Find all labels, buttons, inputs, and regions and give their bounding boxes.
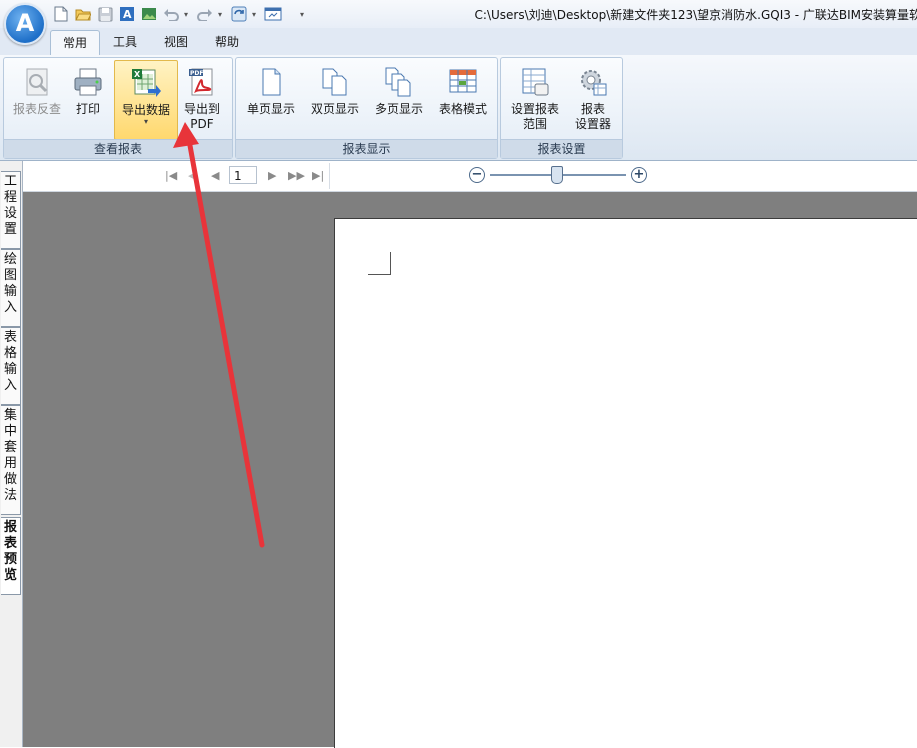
svg-text:X: X (134, 70, 141, 79)
vtab-table-input[interactable]: 表格输入 (1, 327, 21, 405)
prev-group-icon[interactable]: ◀ (188, 169, 196, 182)
undo-icon[interactable] (162, 5, 180, 23)
set-report-range-button[interactable]: 设置报表 范围 (503, 60, 567, 138)
double-page-button[interactable]: 双页显示 (304, 60, 366, 138)
table-mode-icon (447, 66, 479, 98)
redo-dropdown-icon[interactable]: ▾ (218, 10, 226, 19)
report-page (334, 218, 917, 748)
save-icon[interactable] (96, 5, 114, 23)
zoom-slider-thumb[interactable] (551, 166, 563, 184)
ribbon: 报表反查 打印 X 导出数据 ▾ PDF 导出到 PDF 查看报表 单页显示 双… (0, 55, 917, 161)
report-settings-button[interactable]: 报表 设置器 (565, 60, 621, 138)
vtab-report-preview[interactable]: 报表预览 (1, 517, 21, 595)
refresh-icon[interactable] (230, 5, 248, 23)
undo-dropdown-icon[interactable]: ▾ (184, 10, 192, 19)
svg-text:PDF: PDF (190, 70, 203, 77)
group-report-display: 单页显示 双页显示 多页显示 表格模式 报表显示 (235, 57, 498, 159)
export-pdf-button[interactable]: PDF 导出到 PDF (176, 60, 228, 138)
tab-tools[interactable]: 工具 (101, 30, 149, 55)
page-corner-mark (368, 252, 391, 275)
quick-access-toolbar: A ▾ ▾ ▾ ▾ (52, 4, 308, 24)
group-label-report-settings: 报表设置 (501, 139, 622, 158)
single-page-button[interactable]: 单页显示 (240, 60, 302, 138)
tab-view[interactable]: 视图 (152, 30, 200, 55)
vtab-drawing-input[interactable]: 绘图输入 (1, 249, 21, 327)
toolbar-separator (329, 163, 330, 189)
tab-common[interactable]: 常用 (50, 30, 101, 56)
vtab-apply-methods[interactable]: 集中套用做法 (1, 405, 21, 515)
export-data-button[interactable]: X 导出数据 ▾ (114, 60, 178, 140)
report-lookup-button[interactable]: 报表反查 (8, 60, 66, 138)
image-icon[interactable] (140, 5, 158, 23)
double-page-icon (319, 66, 351, 98)
report-range-icon (519, 66, 551, 98)
pdf-icon: PDF (186, 66, 218, 98)
zoom-in-icon[interactable]: + (631, 167, 647, 183)
new-file-icon[interactable] (52, 5, 70, 23)
title-bar: A A ▾ ▾ ▾ ▾ C:\Users\刘迪\Desktop\新建文件夹123… (0, 0, 917, 45)
svg-text:A: A (123, 8, 132, 21)
next-group-icon[interactable]: ▶▶ (288, 169, 305, 182)
single-page-icon (255, 66, 287, 98)
customize-qat-icon[interactable]: ▾ (300, 10, 308, 19)
redo-icon[interactable] (196, 5, 214, 23)
export-data-dropdown-icon[interactable]: ▾ (115, 118, 177, 126)
ribbon-tabs: 常用 工具 视图 帮助 (0, 28, 917, 56)
group-view-report: 报表反查 打印 X 导出数据 ▾ PDF 导出到 PDF 查看报表 (3, 57, 233, 159)
group-report-settings: 设置报表 范围 报表 设置器 报表设置 (500, 57, 623, 159)
last-page-icon[interactable]: ▶| (312, 169, 324, 182)
group-label-view-report: 查看报表 (4, 139, 232, 158)
app-logo-icon[interactable]: A (4, 3, 46, 45)
printer-icon (72, 66, 104, 98)
window-title: C:\Users\刘迪\Desktop\新建文件夹123\望京消防水.GQI3 … (474, 8, 917, 22)
prev-page-icon[interactable]: ◀ (211, 169, 219, 182)
table-mode-button[interactable]: 表格模式 (432, 60, 494, 138)
zoom-out-icon[interactable]: − (469, 167, 485, 183)
export-a-icon[interactable]: A (118, 5, 136, 23)
left-vertical-tabs: 工程设置 绘图输入 表格输入 集中套用做法 报表预览 (0, 161, 23, 747)
refresh-dropdown-icon[interactable]: ▾ (252, 10, 260, 19)
open-folder-icon[interactable] (74, 5, 92, 23)
window-icon[interactable] (264, 5, 282, 23)
report-lookup-icon (21, 66, 53, 98)
tab-help[interactable]: 帮助 (203, 30, 251, 55)
page-number-input[interactable]: 1 (229, 166, 257, 184)
vtab-project-settings[interactable]: 工程设置 (1, 171, 21, 249)
print-button[interactable]: 打印 (64, 60, 112, 138)
first-page-icon[interactable]: |◀ (165, 169, 177, 182)
excel-export-icon: X (130, 67, 162, 99)
group-label-report-display: 报表显示 (236, 139, 497, 158)
next-page-icon[interactable]: ▶ (268, 169, 276, 182)
multi-page-icon (383, 66, 415, 98)
multi-page-button[interactable]: 多页显示 (368, 60, 430, 138)
report-settings-gear-icon (577, 66, 609, 98)
